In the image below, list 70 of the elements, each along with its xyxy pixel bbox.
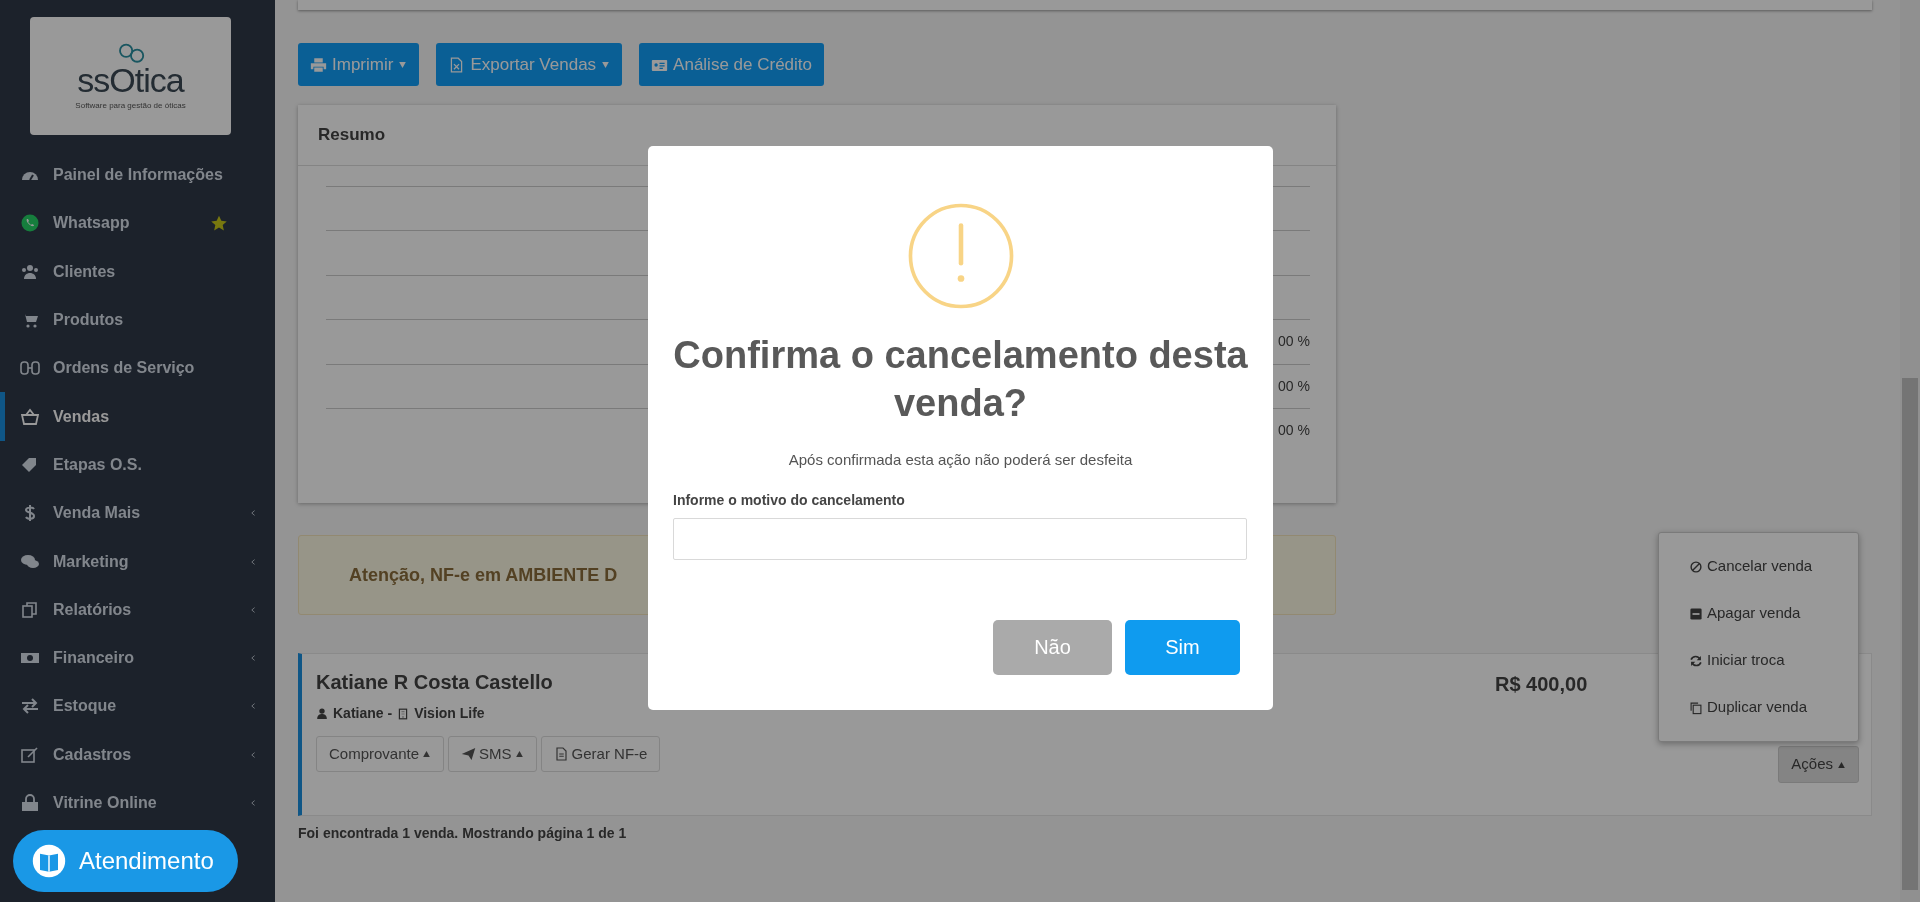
sidebar-item[interactable]: Financeiro (0, 633, 275, 683)
exchange-icon (20, 697, 40, 716)
minus-square-icon (1689, 606, 1703, 621)
documents-icon (20, 600, 40, 619)
star-icon (210, 214, 228, 233)
sidebar-item[interactable]: Clientes (0, 247, 275, 296)
users-icon (20, 262, 40, 281)
sidebar-item[interactable]: Relatórios (0, 585, 275, 634)
bag-icon (20, 794, 40, 812)
user-icon (316, 707, 328, 720)
alert-text: Atenção, NF-e em AMBIENTE D (349, 563, 618, 587)
glasses-icon (20, 359, 40, 378)
sidebar-item[interactable]: Vendas (0, 392, 275, 441)
sidebar-item[interactable]: Etapas O.S. (0, 440, 275, 490)
document-icon (553, 747, 569, 761)
results-summary: Foi encontrada 1 venda. Mostrando página 1 de 1 (298, 824, 628, 843)
logo-text: ssOtica (77, 62, 184, 97)
sidebar-item[interactable]: Estoque (0, 682, 275, 731)
sidebar-item[interactable]: Whatsapp (0, 199, 275, 248)
sidebar-item[interactable]: Venda Mais (0, 489, 275, 538)
field-label: Informe o motivo do cancelamento (673, 490, 906, 510)
sidebar-item[interactable]: Vitrine Online (0, 778, 275, 828)
chat-bubble-icon (20, 214, 40, 233)
support-chat-button[interactable]: Atendimento (13, 830, 238, 892)
dropdown-item[interactable]: Apagar venda (1659, 590, 1858, 637)
sidebar-item[interactable]: Marketing (0, 537, 275, 586)
sale-action-button[interactable]: SMS (448, 736, 537, 772)
caret-icon (514, 751, 524, 757)
sidebar-item[interactable]: Painel de Informações (0, 151, 275, 200)
actions-button[interactable]: Ações (1778, 746, 1859, 783)
store-name: Vision Life (414, 704, 485, 723)
caret-icon (1837, 761, 1846, 768)
dropdown-item[interactable]: Cancelar venda (1659, 543, 1858, 590)
sidebar-item[interactable]: Ordens de Serviço (0, 344, 275, 393)
ban-icon (1689, 559, 1703, 574)
sale-action-button[interactable]: Gerar NF-e (540, 736, 661, 772)
sidebar-item[interactable]: Produtos (0, 295, 275, 345)
percent-value: 00 % (1278, 421, 1310, 441)
sale-action-button[interactable]: Comprovante (316, 736, 445, 772)
scrollbar[interactable] (1900, 0, 1920, 902)
chevron-icon (249, 797, 257, 809)
seller-name: Katiane - (333, 704, 393, 723)
dialog-message: Após confirmada esta ação não poderá ser desfeita (787, 450, 1134, 470)
reason-input-field[interactable] (673, 517, 1247, 560)
building-icon (397, 706, 410, 721)
comments-icon (20, 552, 40, 571)
toolbar-button[interactable]: Imprimir (298, 43, 420, 86)
dropdown-item[interactable]: Iniciar troca (1659, 637, 1858, 684)
caret-icon (601, 61, 611, 68)
dropdown-item[interactable]: Duplicar venda (1659, 684, 1858, 731)
toolbar-button[interactable]: Análise de Crédito (639, 43, 824, 86)
percent-value: 00 % (1278, 376, 1310, 396)
refresh-icon (1689, 653, 1703, 668)
caret-icon (422, 751, 432, 757)
basket-icon (20, 407, 40, 426)
toolbar-button[interactable]: Exportar Vendas (436, 43, 623, 86)
printer-icon (310, 56, 327, 73)
edit-icon (20, 745, 40, 764)
cancel-button[interactable]: Não (993, 619, 1112, 675)
send-icon (461, 747, 477, 761)
logo-tagline: Software para gestão de óticas (75, 99, 186, 112)
dialog-title: Confirma o cancelamento desta venda? (673, 333, 1248, 426)
percent-value: 00 % (1278, 332, 1310, 352)
sidebar-item[interactable]: Cadastros (0, 730, 275, 779)
copy-icon (1689, 700, 1703, 715)
book-icon (31, 843, 67, 879)
sale-total: R$ 400,00 (1495, 672, 1589, 697)
confirm-button[interactable]: Sim (1125, 619, 1240, 675)
customer-name: Katiane R Costa Castello (316, 670, 554, 695)
caret-icon (398, 61, 408, 68)
